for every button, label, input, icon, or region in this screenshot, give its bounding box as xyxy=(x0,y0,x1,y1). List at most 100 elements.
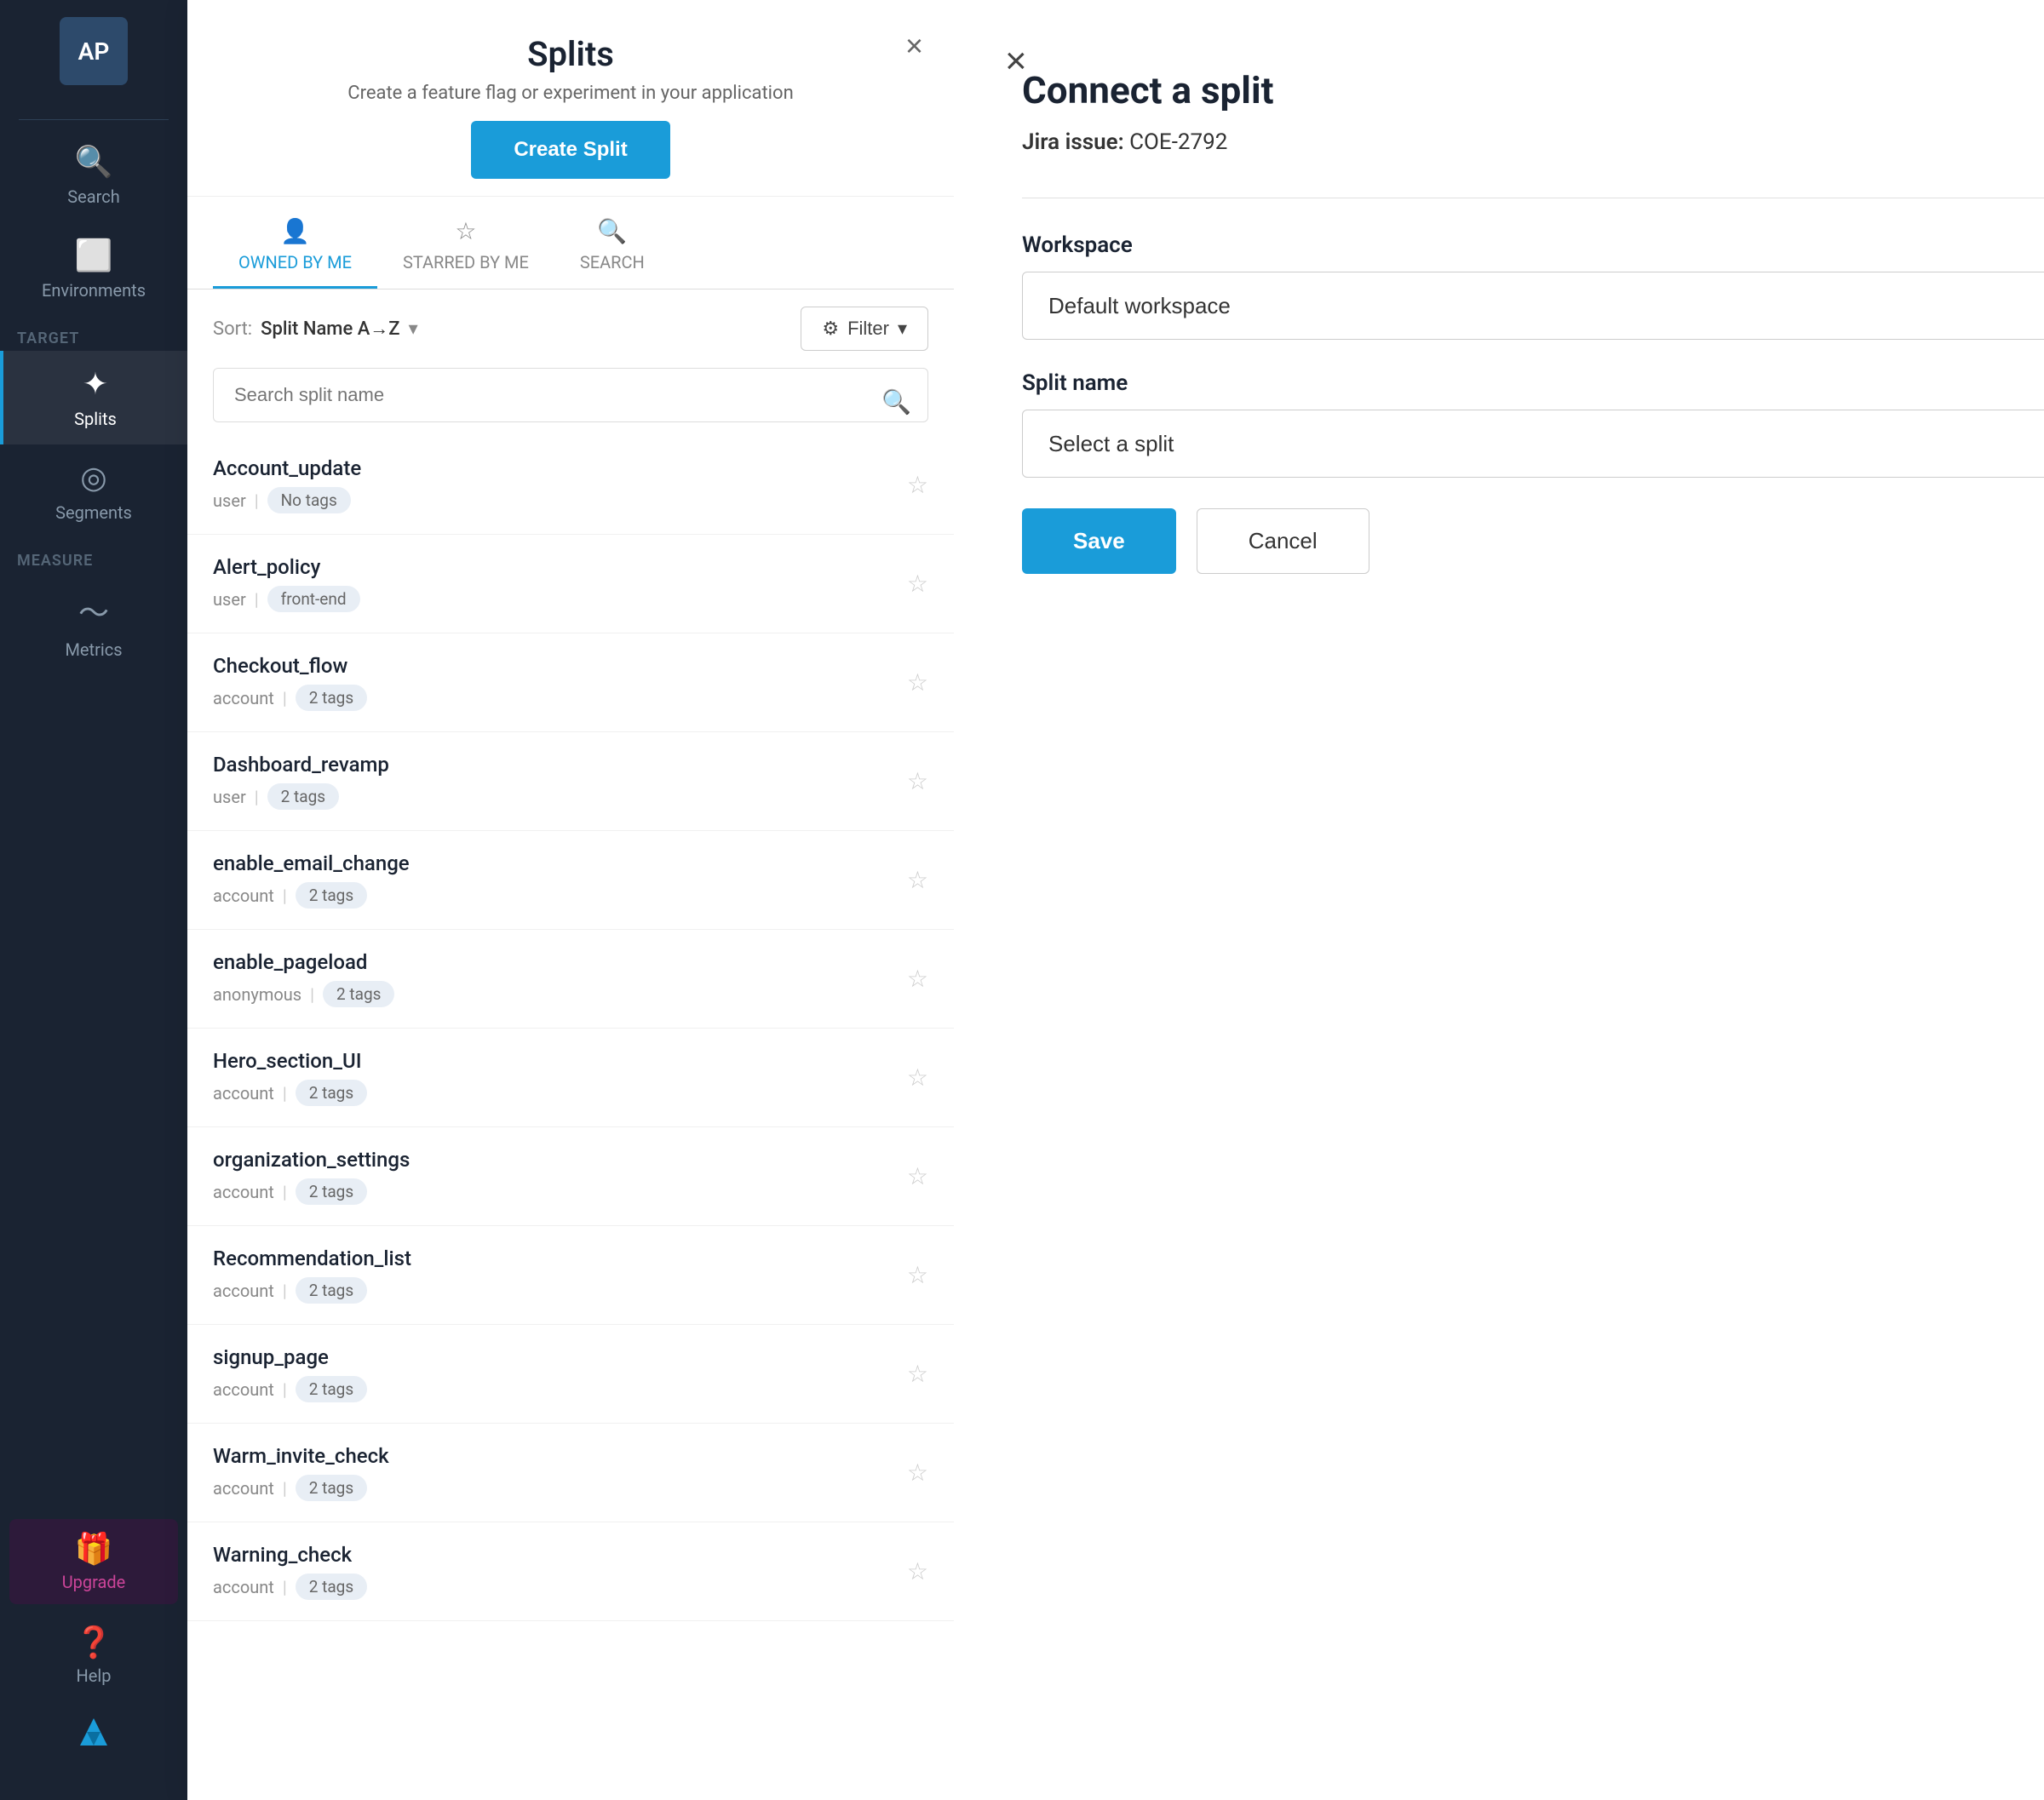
split-type: account xyxy=(213,1379,274,1400)
split-type: account xyxy=(213,1281,274,1301)
split-type: user xyxy=(213,490,246,511)
split-list-item[interactable]: Dashboard_revamp user | 2 tags ☆ xyxy=(187,732,954,831)
split-list-item[interactable]: Checkout_flow account | 2 tags ☆ xyxy=(187,633,954,732)
star-icon[interactable]: ☆ xyxy=(907,1360,928,1388)
split-item-info: Account_update user | No tags xyxy=(213,456,361,513)
split-item-name: Checkout_flow xyxy=(213,654,367,678)
split-item-name: organization_settings xyxy=(213,1148,410,1172)
tab-owned-by-me[interactable]: 👤 OWNED BY ME xyxy=(213,197,377,289)
search-input[interactable] xyxy=(213,368,928,422)
tab-search[interactable]: 🔍 SEARCH xyxy=(554,197,670,289)
meta-divider: | xyxy=(283,1083,287,1104)
tab-starred-by-me[interactable]: ☆ STARRED BY ME xyxy=(377,197,554,289)
meta-divider: | xyxy=(283,1182,287,1202)
workspace-label: Workspace xyxy=(1022,232,2044,258)
star-icon[interactable]: ☆ xyxy=(907,1459,928,1487)
sidebar-item-splits[interactable]: ✦ Splits xyxy=(0,351,187,444)
star-icon[interactable]: ☆ xyxy=(907,570,928,598)
split-list-item[interactable]: Account_update user | No tags ☆ xyxy=(187,436,954,535)
split-tags: 2 tags xyxy=(296,1277,367,1304)
split-name-label: Split name xyxy=(1022,370,2044,396)
split-name-select[interactable]: Select a split xyxy=(1022,410,2044,478)
splits-icon: ✦ xyxy=(83,366,108,402)
sidebar: AP 🔍 Search ⬜ Environments TARGET ✦ Spli… xyxy=(0,0,187,1800)
connect-actions: Save Cancel xyxy=(1022,508,2044,574)
split-list-item[interactable]: Recommendation_list account | 2 tags ☆ xyxy=(187,1226,954,1325)
split-list-item[interactable]: enable_email_change account | 2 tags ☆ xyxy=(187,831,954,930)
split-item-info: Hero_section_UI account | 2 tags xyxy=(213,1049,367,1106)
star-icon[interactable]: ☆ xyxy=(907,1557,928,1585)
split-list-item[interactable]: Hero_section_UI account | 2 tags ☆ xyxy=(187,1029,954,1127)
sidebar-item-segments[interactable]: ◎ Segments xyxy=(0,444,187,538)
split-item-name: Warm_invite_check xyxy=(213,1444,389,1468)
split-list-item[interactable]: enable_pageload anonymous | 2 tags ☆ xyxy=(187,930,954,1029)
target-section-label: TARGET xyxy=(0,316,187,351)
split-item-name: Hero_section_UI xyxy=(213,1049,367,1073)
split-list-item[interactable]: Alert_policy user | front-end ☆ xyxy=(187,535,954,633)
meta-divider: | xyxy=(255,490,259,511)
tab-search-label: SEARCH xyxy=(580,252,645,272)
upgrade-button[interactable]: 🎁 Upgrade xyxy=(9,1519,178,1604)
connect-panel-close-button[interactable]: × xyxy=(1005,43,1027,80)
sort-value: Split Name A→Z xyxy=(261,318,399,340)
help-icon: ❓ xyxy=(75,1625,113,1660)
star-icon[interactable]: ☆ xyxy=(907,668,928,696)
split-item-info: Warning_check account | 2 tags xyxy=(213,1543,367,1600)
split-list-item[interactable]: Warning_check account | 2 tags ☆ xyxy=(187,1522,954,1621)
star-icon[interactable]: ☆ xyxy=(907,1063,928,1092)
main-content: × Splits Create a feature flag or experi… xyxy=(187,0,2044,1800)
split-item-meta: account | 2 tags xyxy=(213,685,367,711)
segments-icon: ◎ xyxy=(80,460,106,496)
split-item-info: Alert_policy user | front-end xyxy=(213,555,360,612)
star-icon[interactable]: ☆ xyxy=(907,866,928,894)
sort-label: Sort: xyxy=(213,318,252,340)
sidebar-item-metrics[interactable]: 〜 Metrics xyxy=(0,573,187,675)
split-tags: 2 tags xyxy=(296,1178,367,1205)
jira-label: Jira issue: xyxy=(1022,129,1124,155)
split-item-meta: account | 2 tags xyxy=(213,1178,410,1205)
filter-button[interactable]: ⚙ Filter ▾ xyxy=(801,307,928,351)
workspace-select[interactable]: Default workspace xyxy=(1022,272,2044,340)
meta-divider: | xyxy=(283,886,287,906)
split-item-info: Dashboard_revamp user | 2 tags xyxy=(213,753,389,810)
split-tag: front-end xyxy=(267,586,360,612)
save-button[interactable]: Save xyxy=(1022,508,1176,574)
sort-control[interactable]: Sort: Split Name A→Z ▾ xyxy=(213,318,418,340)
star-icon[interactable]: ☆ xyxy=(907,767,928,795)
star-icon[interactable]: ☆ xyxy=(907,1261,928,1289)
split-list-item[interactable]: organization_settings account | 2 tags ☆ xyxy=(187,1127,954,1226)
cancel-button[interactable]: Cancel xyxy=(1197,508,1369,574)
sidebar-label-metrics: Metrics xyxy=(65,639,122,660)
help-button[interactable]: ❓ Help xyxy=(0,1613,187,1698)
split-list-item[interactable]: Warm_invite_check account | 2 tags ☆ xyxy=(187,1424,954,1522)
splits-panel-title: Splits xyxy=(221,34,920,74)
split-item-name: Recommendation_list xyxy=(213,1247,411,1270)
star-icon[interactable]: ☆ xyxy=(907,471,928,499)
star-icon[interactable]: ☆ xyxy=(907,965,928,993)
split-item-meta: account | 2 tags xyxy=(213,1475,389,1501)
meta-divider: | xyxy=(310,984,314,1005)
split-type: user xyxy=(213,589,246,610)
meta-divider: | xyxy=(283,1281,287,1301)
split-type: user xyxy=(213,787,246,807)
splits-panel-close-button[interactable]: × xyxy=(905,31,923,61)
split-item-info: enable_email_change account | 2 tags xyxy=(213,851,410,909)
split-tags: 2 tags xyxy=(296,882,367,909)
create-split-button[interactable]: Create Split xyxy=(471,121,669,179)
sidebar-item-environments[interactable]: ⬜ Environments xyxy=(0,222,187,316)
owned-icon: 👤 xyxy=(280,217,310,245)
meta-divider: | xyxy=(283,1577,287,1597)
meta-divider: | xyxy=(255,589,259,610)
split-list-item[interactable]: signup_page account | 2 tags ☆ xyxy=(187,1325,954,1424)
star-icon[interactable]: ☆ xyxy=(907,1162,928,1190)
splits-list: Account_update user | No tags ☆ Alert_po… xyxy=(187,436,954,1800)
split-item-meta: user | No tags xyxy=(213,487,361,513)
sidebar-item-search[interactable]: 🔍 Search xyxy=(0,129,187,222)
split-item-info: enable_pageload anonymous | 2 tags xyxy=(213,950,394,1007)
split-type: account xyxy=(213,1478,274,1499)
split-item-name: signup_page xyxy=(213,1345,367,1369)
split-item-name: Account_update xyxy=(213,456,361,480)
tab-starred-label: STARRED BY ME xyxy=(403,252,529,272)
sort-chevron-icon: ▾ xyxy=(409,318,418,340)
search-icon: 🔍 xyxy=(75,144,113,180)
